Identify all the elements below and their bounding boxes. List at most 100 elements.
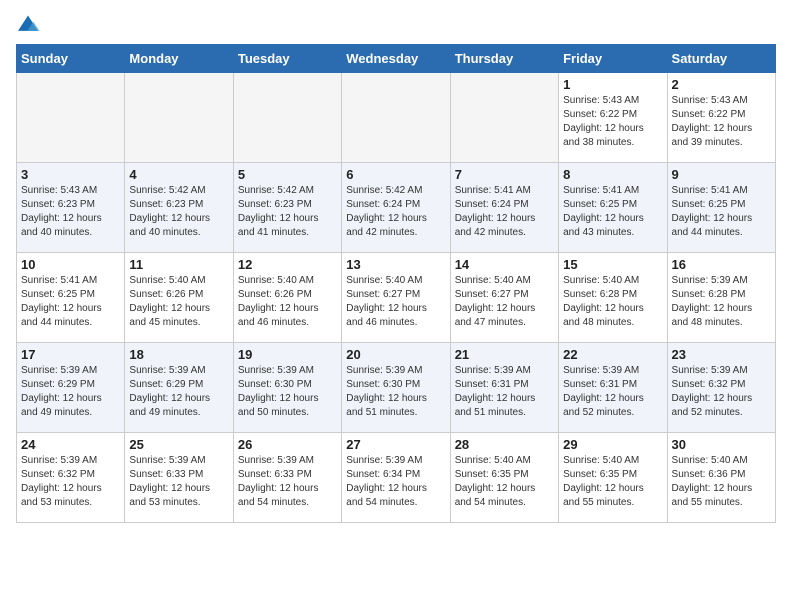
- day-info: Sunrise: 5:39 AM Sunset: 6:31 PM Dayligh…: [563, 364, 662, 420]
- day-cell-9: 9 Sunrise: 5:41 AM Sunset: 6:25 PM Daylig…: [667, 163, 775, 253]
- empty-cell: [450, 73, 558, 163]
- day-cell-19: 19 Sunrise: 5:39 AM Sunset: 6:30 PM Dayli…: [233, 343, 341, 433]
- day-number: 15: [563, 257, 662, 272]
- day-info: Sunrise: 5:42 AM Sunset: 6:23 PM Dayligh…: [238, 184, 337, 240]
- day-info: Sunrise: 5:43 AM Sunset: 6:22 PM Dayligh…: [563, 94, 662, 150]
- day-cell-11: 11Sunrise: 5:40 AM Sunset: 6:26 PM Dayli…: [125, 253, 233, 343]
- day-cell-7: 7 Sunrise: 5:41 AM Sunset: 6:24 PM Daylig…: [450, 163, 558, 253]
- day-info: Sunrise: 5:41 AM Sunset: 6:25 PM Dayligh…: [672, 184, 771, 240]
- day-cell-24: 24 Sunrise: 5:39 AM Sunset: 6:32 PM Dayli…: [17, 433, 125, 523]
- day-number: 2: [672, 77, 771, 92]
- day-cell-6: 6 Sunrise: 5:42 AM Sunset: 6:24 PM Daylig…: [342, 163, 450, 253]
- day-info: Sunrise: 5:42 AM Sunset: 6:24 PM Dayligh…: [346, 184, 445, 240]
- day-info: Sunrise: 5:40 AM Sunset: 6:35 PM Dayligh…: [563, 454, 662, 510]
- col-header-thursday: Thursday: [450, 45, 558, 73]
- day-number: 20: [346, 347, 445, 362]
- day-cell-18: 18 Sunrise: 5:39 AM Sunset: 6:29 PM Dayli…: [125, 343, 233, 433]
- col-header-friday: Friday: [559, 45, 667, 73]
- day-info: Sunrise: 5:41 AM Sunset: 6:24 PM Dayligh…: [455, 184, 554, 240]
- day-number: 12: [238, 257, 337, 272]
- day-number: 24: [21, 437, 120, 452]
- day-info: Sunrise: 5:43 AM Sunset: 6:22 PM Dayligh…: [672, 94, 771, 150]
- day-info: Sunrise: 5:39 AM Sunset: 6:29 PM Dayligh…: [21, 364, 120, 420]
- col-header-tuesday: Tuesday: [233, 45, 341, 73]
- day-info: Sunrise: 5:39 AM Sunset: 6:30 PM Dayligh…: [346, 364, 445, 420]
- day-cell-26: 26 Sunrise: 5:39 AM Sunset: 6:33 PM Dayli…: [233, 433, 341, 523]
- day-info: Sunrise: 5:43 AM Sunset: 6:23 PM Dayligh…: [21, 184, 120, 240]
- empty-cell: [342, 73, 450, 163]
- day-info: Sunrise: 5:39 AM Sunset: 6:29 PM Dayligh…: [129, 364, 228, 420]
- day-cell-4: 4 Sunrise: 5:42 AM Sunset: 6:23 PM Daylig…: [125, 163, 233, 253]
- day-cell-16: 16 Sunrise: 5:39 AM Sunset: 6:28 PM Dayli…: [667, 253, 775, 343]
- day-number: 1: [563, 77, 662, 92]
- day-cell-30: 30 Sunrise: 5:40 AM Sunset: 6:36 PM Dayli…: [667, 433, 775, 523]
- day-info: Sunrise: 5:39 AM Sunset: 6:31 PM Dayligh…: [455, 364, 554, 420]
- day-info: Sunrise: 5:40 AM Sunset: 6:28 PM Dayligh…: [563, 274, 662, 330]
- day-number: 11: [129, 257, 228, 272]
- day-number: 3: [21, 167, 120, 182]
- day-number: 28: [455, 437, 554, 452]
- day-number: 8: [563, 167, 662, 182]
- day-number: 29: [563, 437, 662, 452]
- day-info: Sunrise: 5:40 AM Sunset: 6:36 PM Dayligh…: [672, 454, 771, 510]
- day-cell-23: 23 Sunrise: 5:39 AM Sunset: 6:32 PM Dayli…: [667, 343, 775, 433]
- day-cell-17: 17Sunrise: 5:39 AM Sunset: 6:29 PM Dayli…: [17, 343, 125, 433]
- day-cell-21: 21 Sunrise: 5:39 AM Sunset: 6:31 PM Dayli…: [450, 343, 558, 433]
- day-cell-27: 27Sunrise: 5:39 AM Sunset: 6:34 PM Dayli…: [342, 433, 450, 523]
- day-info: Sunrise: 5:39 AM Sunset: 6:33 PM Dayligh…: [238, 454, 337, 510]
- empty-cell: [17, 73, 125, 163]
- day-number: 7: [455, 167, 554, 182]
- day-number: 9: [672, 167, 771, 182]
- header: [16, 16, 776, 36]
- day-info: Sunrise: 5:39 AM Sunset: 6:32 PM Dayligh…: [672, 364, 771, 420]
- col-header-saturday: Saturday: [667, 45, 775, 73]
- day-cell-3: 3 Sunrise: 5:43 AM Sunset: 6:23 PM Daylig…: [17, 163, 125, 253]
- day-info: Sunrise: 5:41 AM Sunset: 6:25 PM Dayligh…: [563, 184, 662, 240]
- day-info: Sunrise: 5:40 AM Sunset: 6:26 PM Dayligh…: [238, 274, 337, 330]
- day-info: Sunrise: 5:39 AM Sunset: 6:28 PM Dayligh…: [672, 274, 771, 330]
- day-number: 26: [238, 437, 337, 452]
- day-cell-14: 14 Sunrise: 5:40 AM Sunset: 6:27 PM Dayli…: [450, 253, 558, 343]
- day-number: 18: [129, 347, 228, 362]
- day-cell-2: 2 Sunrise: 5:43 AM Sunset: 6:22 PM Daylig…: [667, 73, 775, 163]
- day-info: Sunrise: 5:40 AM Sunset: 6:27 PM Dayligh…: [455, 274, 554, 330]
- day-info: Sunrise: 5:40 AM Sunset: 6:35 PM Dayligh…: [455, 454, 554, 510]
- day-number: 21: [455, 347, 554, 362]
- day-number: 16: [672, 257, 771, 272]
- logo-icon: [16, 14, 40, 34]
- day-cell-20: 20 Sunrise: 5:39 AM Sunset: 6:30 PM Dayli…: [342, 343, 450, 433]
- day-cell-1: 1 Sunrise: 5:43 AM Sunset: 6:22 PM Daylig…: [559, 73, 667, 163]
- day-number: 4: [129, 167, 228, 182]
- col-header-sunday: Sunday: [17, 45, 125, 73]
- day-number: 19: [238, 347, 337, 362]
- day-cell-29: 29 Sunrise: 5:40 AM Sunset: 6:35 PM Dayli…: [559, 433, 667, 523]
- day-info: Sunrise: 5:40 AM Sunset: 6:27 PM Dayligh…: [346, 274, 445, 330]
- day-info: Sunrise: 5:41 AM Sunset: 6:25 PM Dayligh…: [21, 274, 120, 330]
- day-number: 5: [238, 167, 337, 182]
- col-header-wednesday: Wednesday: [342, 45, 450, 73]
- calendar-table: SundayMondayTuesdayWednesdayThursdayFrid…: [16, 44, 776, 523]
- day-info: Sunrise: 5:39 AM Sunset: 6:32 PM Dayligh…: [21, 454, 120, 510]
- day-number: 14: [455, 257, 554, 272]
- day-info: Sunrise: 5:42 AM Sunset: 6:23 PM Dayligh…: [129, 184, 228, 240]
- day-cell-12: 12 Sunrise: 5:40 AM Sunset: 6:26 PM Dayli…: [233, 253, 341, 343]
- day-number: 30: [672, 437, 771, 452]
- day-number: 6: [346, 167, 445, 182]
- day-number: 22: [563, 347, 662, 362]
- logo: [16, 16, 44, 36]
- day-cell-5: 5 Sunrise: 5:42 AM Sunset: 6:23 PM Daylig…: [233, 163, 341, 253]
- day-cell-28: 28 Sunrise: 5:40 AM Sunset: 6:35 PM Dayli…: [450, 433, 558, 523]
- empty-cell: [233, 73, 341, 163]
- day-info: Sunrise: 5:39 AM Sunset: 6:34 PM Dayligh…: [346, 454, 445, 510]
- day-number: 25: [129, 437, 228, 452]
- day-cell-13: 13 Sunrise: 5:40 AM Sunset: 6:27 PM Dayli…: [342, 253, 450, 343]
- day-cell-10: 10Sunrise: 5:41 AM Sunset: 6:25 PM Dayli…: [17, 253, 125, 343]
- day-info: Sunrise: 5:39 AM Sunset: 6:33 PM Dayligh…: [129, 454, 228, 510]
- day-number: 23: [672, 347, 771, 362]
- day-cell-8: 8 Sunrise: 5:41 AM Sunset: 6:25 PM Daylig…: [559, 163, 667, 253]
- day-cell-25: 25 Sunrise: 5:39 AM Sunset: 6:33 PM Dayli…: [125, 433, 233, 523]
- day-cell-22: 22 Sunrise: 5:39 AM Sunset: 6:31 PM Dayli…: [559, 343, 667, 433]
- day-info: Sunrise: 5:39 AM Sunset: 6:30 PM Dayligh…: [238, 364, 337, 420]
- empty-cell: [125, 73, 233, 163]
- day-number: 13: [346, 257, 445, 272]
